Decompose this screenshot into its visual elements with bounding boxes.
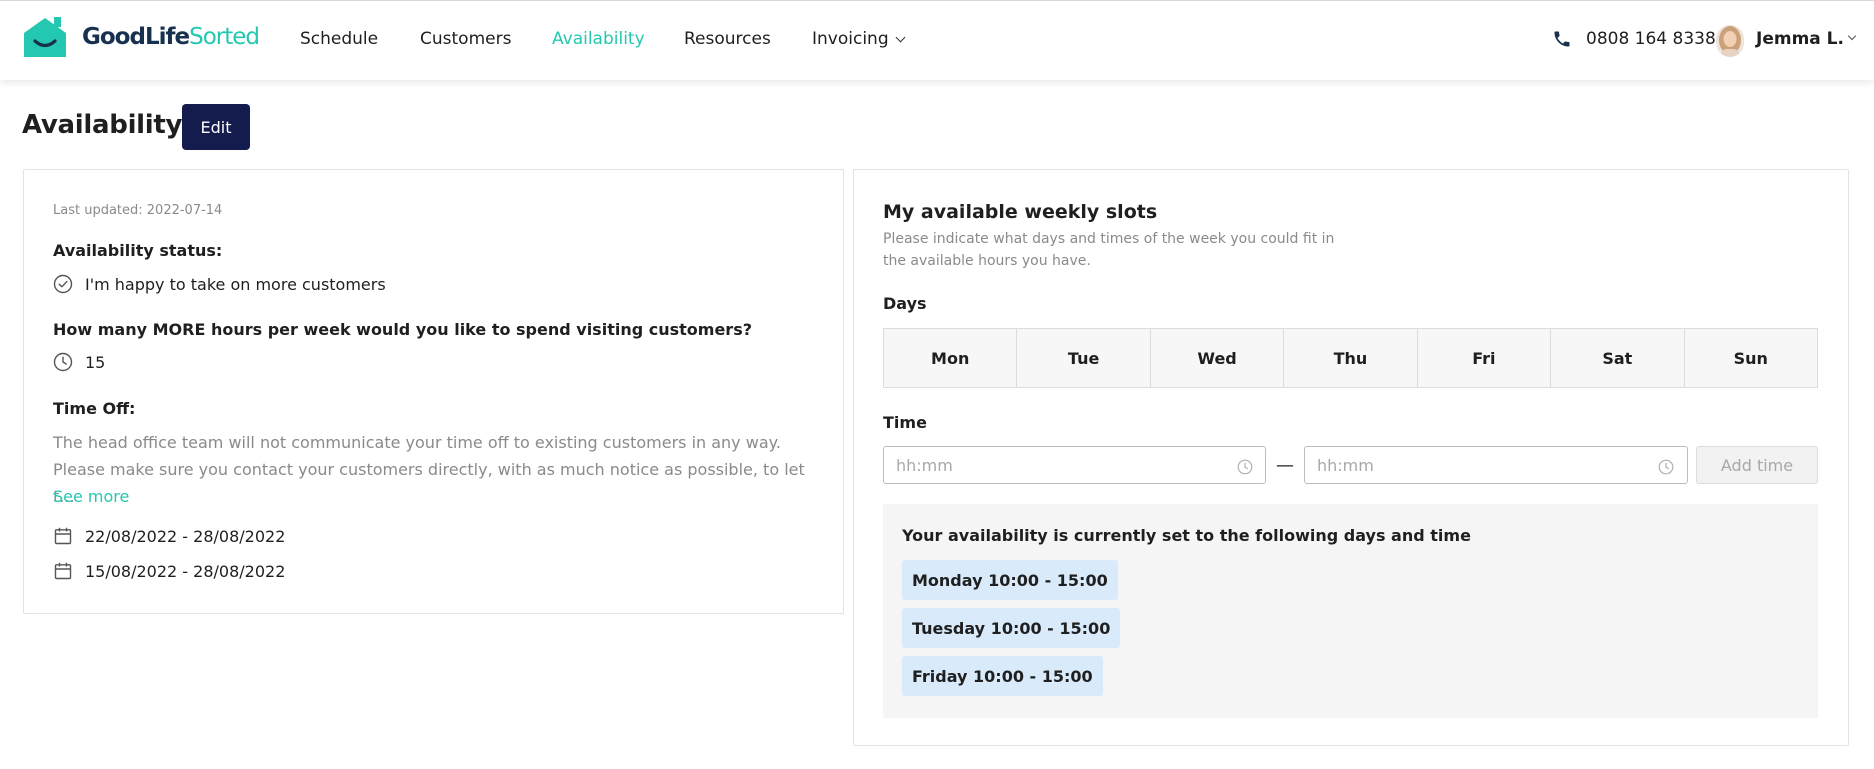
weekly-slots-card: My available weekly slots Please indicat…	[853, 169, 1849, 746]
brand-logo[interactable]: GoodLifeSorted	[24, 15, 260, 59]
check-circle-icon	[53, 274, 73, 294]
day-option-sat[interactable]: Sat	[1551, 329, 1685, 387]
phone-number: 0808 164 8338	[1586, 29, 1716, 49]
time-off-label: Time Off:	[53, 399, 136, 418]
last-updated: Last updated: 2022-07-14	[53, 203, 223, 218]
support-phone[interactable]: 0808 164 8338	[1552, 29, 1716, 49]
chevron-down-icon	[1847, 31, 1857, 41]
day-option-thu[interactable]: Thu	[1284, 329, 1418, 387]
clock-icon	[1237, 459, 1253, 475]
nav-schedule[interactable]: Schedule	[300, 29, 378, 49]
calendar-icon	[54, 527, 72, 545]
summary-title: Your availability is currently set to th…	[902, 526, 1471, 545]
clock-icon	[53, 352, 73, 372]
current-availability-summary: Your availability is currently set to th…	[883, 504, 1818, 718]
time-off-period: 22/08/2022 - 28/08/2022	[53, 526, 285, 546]
day-option-mon[interactable]: Mon	[884, 329, 1018, 387]
clock-icon	[1658, 459, 1674, 475]
user-avatar[interactable]	[1716, 25, 1744, 57]
see-more-link[interactable]: See more	[53, 487, 129, 506]
user-menu[interactable]: Jemma L.	[1756, 29, 1857, 49]
edit-button[interactable]: Edit	[182, 104, 250, 150]
nav-resources[interactable]: Resources	[684, 29, 771, 49]
nav-invoicing-label: Invoicing	[812, 29, 889, 49]
availability-status-row: I'm happy to take on more customers	[53, 274, 386, 294]
weekly-slots-title: My available weekly slots	[883, 201, 1158, 223]
calendar-icon	[54, 562, 72, 580]
nav-invoicing[interactable]: Invoicing	[812, 29, 906, 49]
chevron-down-icon	[895, 32, 906, 43]
nav-availability[interactable]: Availability	[552, 29, 645, 49]
availability-status-card: Last updated: 2022-07-14 Availability st…	[23, 169, 844, 614]
time-range-separator: —	[1276, 455, 1294, 476]
nav-customers[interactable]: Customers	[420, 29, 511, 49]
days-label: Days	[883, 294, 927, 313]
weekly-slots-subtitle: Please indicate what days and times of t…	[883, 231, 1335, 269]
hours-value: 15	[85, 352, 106, 372]
house-smile-logo-icon	[24, 17, 66, 57]
time-label: Time	[883, 413, 927, 432]
day-option-sun[interactable]: Sun	[1685, 329, 1817, 387]
time-off-period-dates: 22/08/2022 - 28/08/2022	[85, 526, 286, 546]
time-off-note: The head office team will not communicat…	[53, 433, 805, 506]
add-time-button[interactable]: Add time	[1696, 446, 1818, 484]
phone-icon	[1554, 31, 1570, 47]
day-option-wed[interactable]: Wed	[1151, 329, 1285, 387]
page-title: Availability	[22, 110, 183, 140]
user-name: Jemma L.	[1756, 29, 1844, 49]
brand-name: GoodLifeSorted	[82, 24, 260, 50]
hours-row: 15	[53, 352, 105, 372]
availability-status-value: I'm happy to take on more customers	[85, 274, 386, 294]
day-option-tue[interactable]: Tue	[1017, 329, 1151, 387]
day-selector: Mon Tue Wed Thu Fri Sat Sun	[883, 328, 1818, 388]
time-off-period-dates: 15/08/2022 - 28/08/2022	[85, 561, 286, 581]
availability-slot: Friday 10:00 - 15:00	[902, 656, 1103, 696]
end-time-input[interactable]	[1304, 446, 1688, 484]
availability-slot: Tuesday 10:00 - 15:00	[902, 608, 1121, 648]
start-time-input[interactable]	[883, 446, 1266, 484]
day-option-fri[interactable]: Fri	[1418, 329, 1552, 387]
availability-status-label: Availability status:	[53, 241, 223, 260]
availability-slot: Monday 10:00 - 15:00	[902, 560, 1118, 600]
time-off-period: 15/08/2022 - 28/08/2022	[53, 561, 285, 581]
hours-question-label: How many MORE hours per week would you l…	[53, 320, 752, 339]
top-navigation-bar: GoodLifeSorted Schedule Customers Availa…	[0, 0, 1874, 80]
